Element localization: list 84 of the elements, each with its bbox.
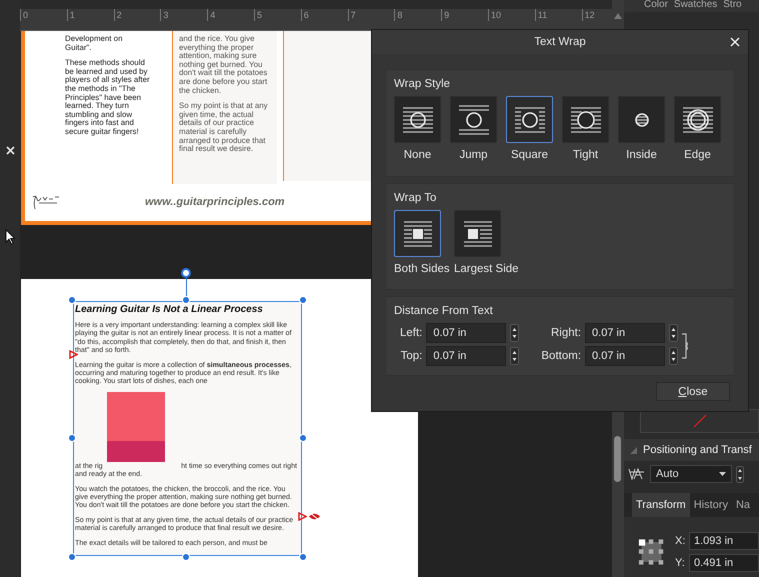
option-label: Edge [684,149,711,161]
field-label: Left: [400,327,422,339]
stepper-icon[interactable] [736,466,744,482]
distance-field[interactable]: 0.07 in [585,346,666,366]
stepper-icon[interactable] [669,347,678,365]
selection-handle[interactable] [68,296,76,304]
wrap-style-button[interactable] [506,96,553,143]
dropdown-caret-icon [719,472,726,476]
option-label: Tight [572,149,598,161]
ruler-number: 10 [488,9,535,21]
slash-icon [693,414,707,428]
wrap-style-button[interactable] [562,96,609,143]
ruler-number: 9 [441,9,488,21]
article-title: Learning Guitar Is Not a Linear Process [75,304,264,315]
wrap-side-button[interactable] [454,210,501,257]
panel-tab[interactable]: History [690,493,732,517]
field-label: Bottom: [541,350,582,362]
ruler-number: 0 [20,9,67,21]
option-label: Square [510,149,548,161]
wrap-style-button[interactable] [394,96,441,143]
distance-field[interactable]: 0.07 in [585,323,666,343]
field-label: Right: [550,327,582,339]
field-label: Y: [675,557,685,569]
position-field[interactable]: 0.491 in [689,554,759,572]
rotation-handle[interactable] [181,268,191,278]
option-label: Largest Side [454,263,519,275]
text-frame[interactable] [73,301,302,556]
connector-line [186,278,187,296]
panel-tab[interactable]: Transform [632,493,690,517]
close-icon[interactable] [730,37,740,47]
ruler-number: 3 [160,9,208,21]
website-url: www..guitarprinciples.com [145,196,285,208]
stepper-icon[interactable] [669,324,678,342]
section-heading: Wrap Style [394,78,452,90]
option-label: Both Sides [394,263,450,275]
panel-tab[interactable]: Stro [723,0,742,12]
selection-handle[interactable] [299,296,307,304]
wrap-side-button[interactable] [394,210,441,257]
wrap-style-button[interactable] [618,96,665,143]
dialog-title: Text Wrap [534,36,586,48]
hidden-eye-icon[interactable] [308,512,321,521]
section-heading: Distance From Text [394,305,494,317]
logo-drawing [31,193,61,211]
section-heading: Wrap To [394,192,438,204]
text-flow-triangle-icon[interactable] [298,512,307,521]
selection-handle[interactable] [182,296,190,304]
option-label: None [404,149,432,161]
ruler-number: 6 [300,9,348,21]
scrollbar-thumb[interactable] [614,436,621,482]
anchor-grid-icon[interactable] [638,537,665,567]
mouse-pointer-icon [5,229,15,245]
option-label: Jump [459,149,488,161]
selection-handle[interactable] [68,434,76,442]
kerning-icon [628,468,646,480]
ruler-number: 8 [394,9,442,21]
selection-handle[interactable] [299,434,307,442]
ruler-number: 1 [66,9,114,21]
scroll-up-icon[interactable] [614,13,622,19]
stepper-icon[interactable] [510,324,520,342]
close-button[interactable]: Close [656,382,730,401]
ruler-number: 7 [348,9,394,21]
ruler-number: 4 [207,9,254,21]
field-label: X: [675,535,685,547]
field-label: Top: [400,350,422,362]
section-title: Positioning and Transf [643,444,752,456]
close-icon[interactable] [6,146,14,155]
ruler-number: 5 [254,9,301,21]
selection-handle[interactable] [68,553,76,562]
stepper-icon[interactable] [510,347,520,365]
panel-tab[interactable]: Na [732,493,754,517]
distance-field[interactable]: 0.07 in [426,346,506,366]
wrap-style-button[interactable] [450,96,497,143]
panel-tab[interactable]: Color [644,0,668,12]
ruler-number: 2 [114,9,160,21]
link-icon[interactable] [682,333,690,359]
selection-handle[interactable] [182,553,190,562]
option-label: Inside [626,149,657,161]
kerning-dropdown[interactable]: Auto [650,465,732,483]
selection-handle[interactable] [299,553,307,562]
distance-field[interactable]: 0.07 in [426,323,506,343]
ruler-number: 11 [534,9,582,21]
position-field[interactable]: 1.093 in [689,532,759,550]
panel-tab[interactable]: Swatches [674,0,718,12]
wrap-style-button[interactable] [674,96,721,143]
